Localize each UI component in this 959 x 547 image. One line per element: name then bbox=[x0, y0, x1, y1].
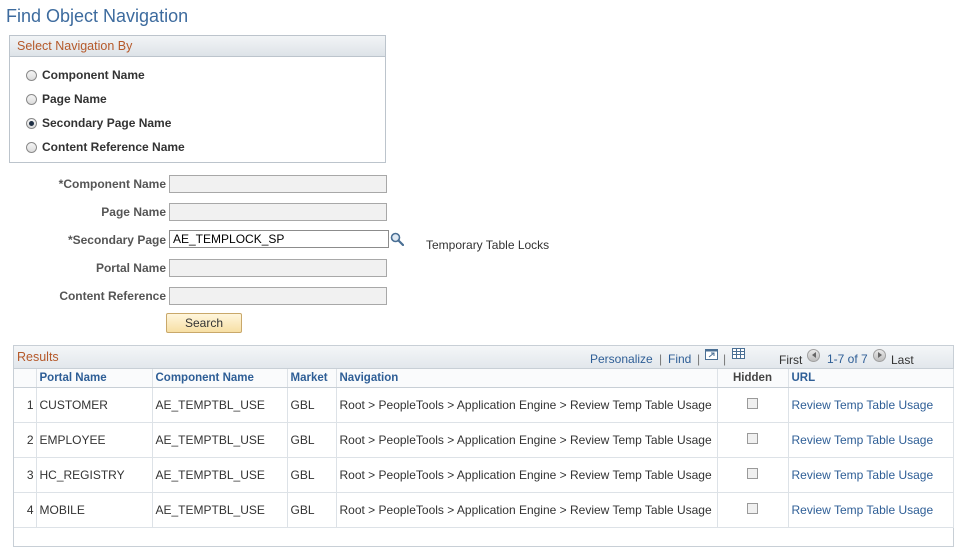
column-header-component-name[interactable]: Component Name bbox=[152, 369, 288, 388]
hidden-checkbox[interactable] bbox=[747, 398, 758, 409]
row-number: 1 bbox=[14, 387, 37, 423]
hidden-cell bbox=[717, 422, 789, 458]
market-cell: GBL bbox=[287, 387, 337, 423]
url-cell: Review Temp Table Usage bbox=[788, 457, 954, 493]
separator: | bbox=[659, 352, 663, 366]
table-row: 2 EMPLOYEE AE_TEMPTBL_USE GBL Root > Peo… bbox=[14, 422, 954, 458]
page-name-field[interactable] bbox=[169, 203, 387, 221]
previous-arrow-icon[interactable] bbox=[807, 349, 820, 362]
lookup-magnifier-icon[interactable] bbox=[390, 232, 404, 246]
navigation-group-box: Select Navigation By Component Name Page… bbox=[9, 35, 386, 163]
table-row: 4 MOBILE AE_TEMPTBL_USE GBL Root > Peopl… bbox=[14, 492, 954, 528]
column-header-navigation[interactable]: Navigation bbox=[336, 369, 718, 388]
component-name-cell: AE_TEMPTBL_USE bbox=[152, 457, 288, 493]
radio-secondary-page-name[interactable]: Secondary Page Name bbox=[26, 115, 171, 131]
table-row: 1 CUSTOMER AE_TEMPTBL_USE GBL Root > Peo… bbox=[14, 387, 954, 423]
results-grid-header: Results Personalize | Find | | First 1-7… bbox=[14, 346, 953, 369]
portal-name-cell: MOBILE bbox=[36, 492, 153, 528]
page-name-label: Page Name bbox=[101, 205, 166, 219]
portal-name-cell: CUSTOMER bbox=[36, 387, 153, 423]
navigation-group-title: Select Navigation By bbox=[10, 36, 385, 57]
find-link[interactable]: Find bbox=[668, 352, 691, 366]
secondary-page-field[interactable] bbox=[169, 230, 389, 248]
results-table: Portal Name Component Name Market Naviga… bbox=[14, 369, 954, 528]
component-name-cell: AE_TEMPTBL_USE bbox=[152, 492, 288, 528]
hidden-checkbox[interactable] bbox=[747, 503, 758, 514]
market-cell: GBL bbox=[287, 492, 337, 528]
separator: | bbox=[723, 352, 727, 366]
content-reference-label: Content Reference bbox=[59, 289, 166, 303]
column-header bbox=[14, 369, 37, 388]
market-cell: GBL bbox=[287, 457, 337, 493]
hidden-checkbox[interactable] bbox=[747, 433, 758, 444]
hidden-cell bbox=[717, 457, 789, 493]
table-header-row: Portal Name Component Name Market Naviga… bbox=[14, 369, 954, 388]
radio-page-name[interactable]: Page Name bbox=[26, 91, 107, 107]
column-header-hidden: Hidden bbox=[717, 369, 789, 388]
last-label: Last bbox=[891, 353, 914, 367]
url-link[interactable]: Review Temp Table Usage bbox=[792, 503, 934, 517]
secondary-page-description: Temporary Table Locks bbox=[426, 238, 550, 252]
radio-button[interactable] bbox=[26, 69, 37, 81]
component-name-cell: AE_TEMPTBL_USE bbox=[152, 387, 288, 423]
url-link[interactable]: Review Temp Table Usage bbox=[792, 433, 934, 447]
navigation-cell: Root > PeopleTools > Application Engine … bbox=[336, 457, 718, 493]
url-cell: Review Temp Table Usage bbox=[788, 422, 954, 458]
column-header-url[interactable]: URL bbox=[788, 369, 954, 388]
row-number: 2 bbox=[14, 422, 37, 458]
zoom-icon[interactable] bbox=[705, 349, 718, 360]
row-number: 3 bbox=[14, 457, 37, 493]
radio-label: Page Name bbox=[42, 92, 107, 106]
table-row: 3 HC_REGISTRY AE_TEMPTBL_USE GBL Root > … bbox=[14, 457, 954, 493]
url-cell: Review Temp Table Usage bbox=[788, 492, 954, 528]
results-title: Results bbox=[17, 350, 59, 364]
url-link[interactable]: Review Temp Table Usage bbox=[792, 468, 934, 482]
page-title: Find Object Navigation bbox=[6, 6, 189, 26]
navigation-cell: Root > PeopleTools > Application Engine … bbox=[336, 492, 718, 528]
portal-name-cell: EMPLOYEE bbox=[36, 422, 153, 458]
radio-button-selected[interactable] bbox=[26, 117, 37, 129]
content-reference-field[interactable] bbox=[169, 287, 387, 305]
component-name-field[interactable] bbox=[169, 175, 387, 193]
radio-component-name[interactable]: Component Name bbox=[26, 67, 145, 83]
hidden-cell bbox=[717, 492, 789, 528]
hidden-checkbox[interactable] bbox=[747, 468, 758, 479]
hidden-cell bbox=[717, 387, 789, 423]
download-grid-icon[interactable] bbox=[732, 348, 745, 359]
row-range: 1-7 of 7 bbox=[827, 352, 868, 366]
navigation-cell: Root > PeopleTools > Application Engine … bbox=[336, 422, 718, 458]
next-arrow-icon[interactable] bbox=[873, 349, 886, 362]
portal-name-cell: HC_REGISTRY bbox=[36, 457, 153, 493]
column-header-portal-name[interactable]: Portal Name bbox=[36, 369, 153, 388]
first-label: First bbox=[779, 353, 803, 367]
portal-name-field[interactable] bbox=[169, 259, 387, 277]
radio-button[interactable] bbox=[26, 141, 37, 153]
radio-label: Component Name bbox=[42, 68, 145, 82]
radio-content-reference-name[interactable]: Content Reference Name bbox=[26, 139, 185, 155]
url-cell: Review Temp Table Usage bbox=[788, 387, 954, 423]
separator: | bbox=[697, 352, 701, 366]
component-name-cell: AE_TEMPTBL_USE bbox=[152, 422, 288, 458]
results-grid: Results Personalize | Find | | First 1-7… bbox=[13, 345, 954, 547]
search-button[interactable]: Search bbox=[166, 313, 242, 333]
radio-label: Content Reference Name bbox=[42, 140, 185, 154]
personalize-link[interactable]: Personalize bbox=[590, 352, 653, 366]
radio-button[interactable] bbox=[26, 93, 37, 105]
radio-label: Secondary Page Name bbox=[42, 116, 172, 130]
secondary-page-label: *Secondary Page bbox=[67, 233, 166, 247]
column-header-market[interactable]: Market bbox=[287, 369, 337, 388]
navigation-cell: Root > PeopleTools > Application Engine … bbox=[336, 387, 718, 423]
component-name-label: *Component Name bbox=[58, 177, 166, 191]
url-link[interactable]: Review Temp Table Usage bbox=[792, 398, 934, 412]
row-number: 4 bbox=[14, 492, 37, 528]
portal-name-label: Portal Name bbox=[95, 261, 166, 275]
market-cell: GBL bbox=[287, 422, 337, 458]
